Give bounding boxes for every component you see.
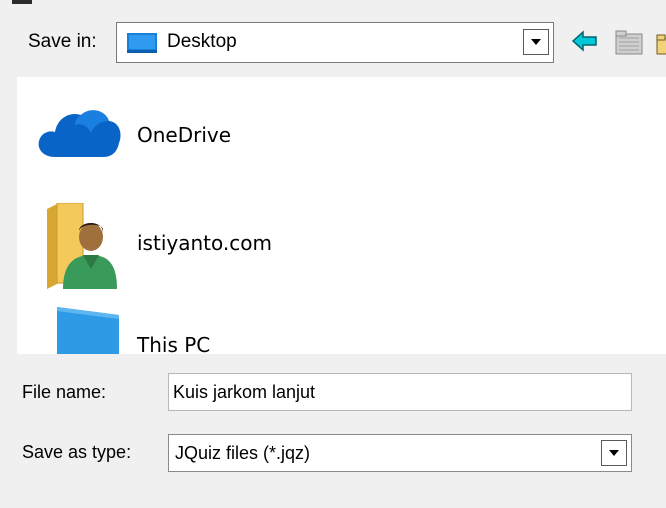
onedrive-cloud-icon — [35, 105, 121, 164]
up-folder-icon — [615, 30, 643, 55]
user-folder-icon — [45, 202, 117, 294]
list-item-onedrive[interactable]: OneDrive — [17, 91, 666, 181]
list-item-this-pc[interactable]: This PC — [17, 299, 666, 354]
folder-list-view[interactable]: OneDrive istiyanto.com This PC — [17, 77, 666, 354]
chevron-down-icon — [531, 39, 541, 45]
save-as-type-label: Save as type: — [22, 442, 132, 462]
save-in-dropdown-button[interactable] — [523, 29, 549, 55]
save-in-value: Desktop — [167, 31, 237, 52]
file-name-label: File name: — [22, 382, 107, 402]
back-button[interactable] — [570, 28, 600, 54]
list-item-label: OneDrive — [137, 123, 232, 147]
save-as-type-value: JQuiz files (*.jqz) — [175, 443, 311, 463]
list-item-label: This PC — [137, 333, 211, 354]
back-arrow-icon — [571, 30, 597, 52]
monitor-icon — [55, 305, 121, 354]
chevron-down-icon — [609, 450, 619, 456]
window-icon-sliver — [12, 0, 32, 4]
desktop-icon — [127, 33, 157, 53]
file-name-input[interactable] — [168, 373, 632, 411]
list-item-user-folder[interactable]: istiyanto.com — [17, 195, 666, 289]
save-in-dropdown[interactable]: Desktop — [116, 22, 554, 63]
save-as-type-dropdown-button[interactable] — [601, 440, 627, 466]
save-in-label: Save in: — [28, 31, 97, 52]
list-item-label: istiyanto.com — [137, 231, 272, 255]
new-folder-icon — [656, 34, 666, 55]
up-one-level-button[interactable] — [614, 28, 644, 56]
new-folder-button[interactable] — [656, 30, 666, 56]
save-as-type-dropdown[interactable]: JQuiz files (*.jqz) — [168, 434, 632, 472]
